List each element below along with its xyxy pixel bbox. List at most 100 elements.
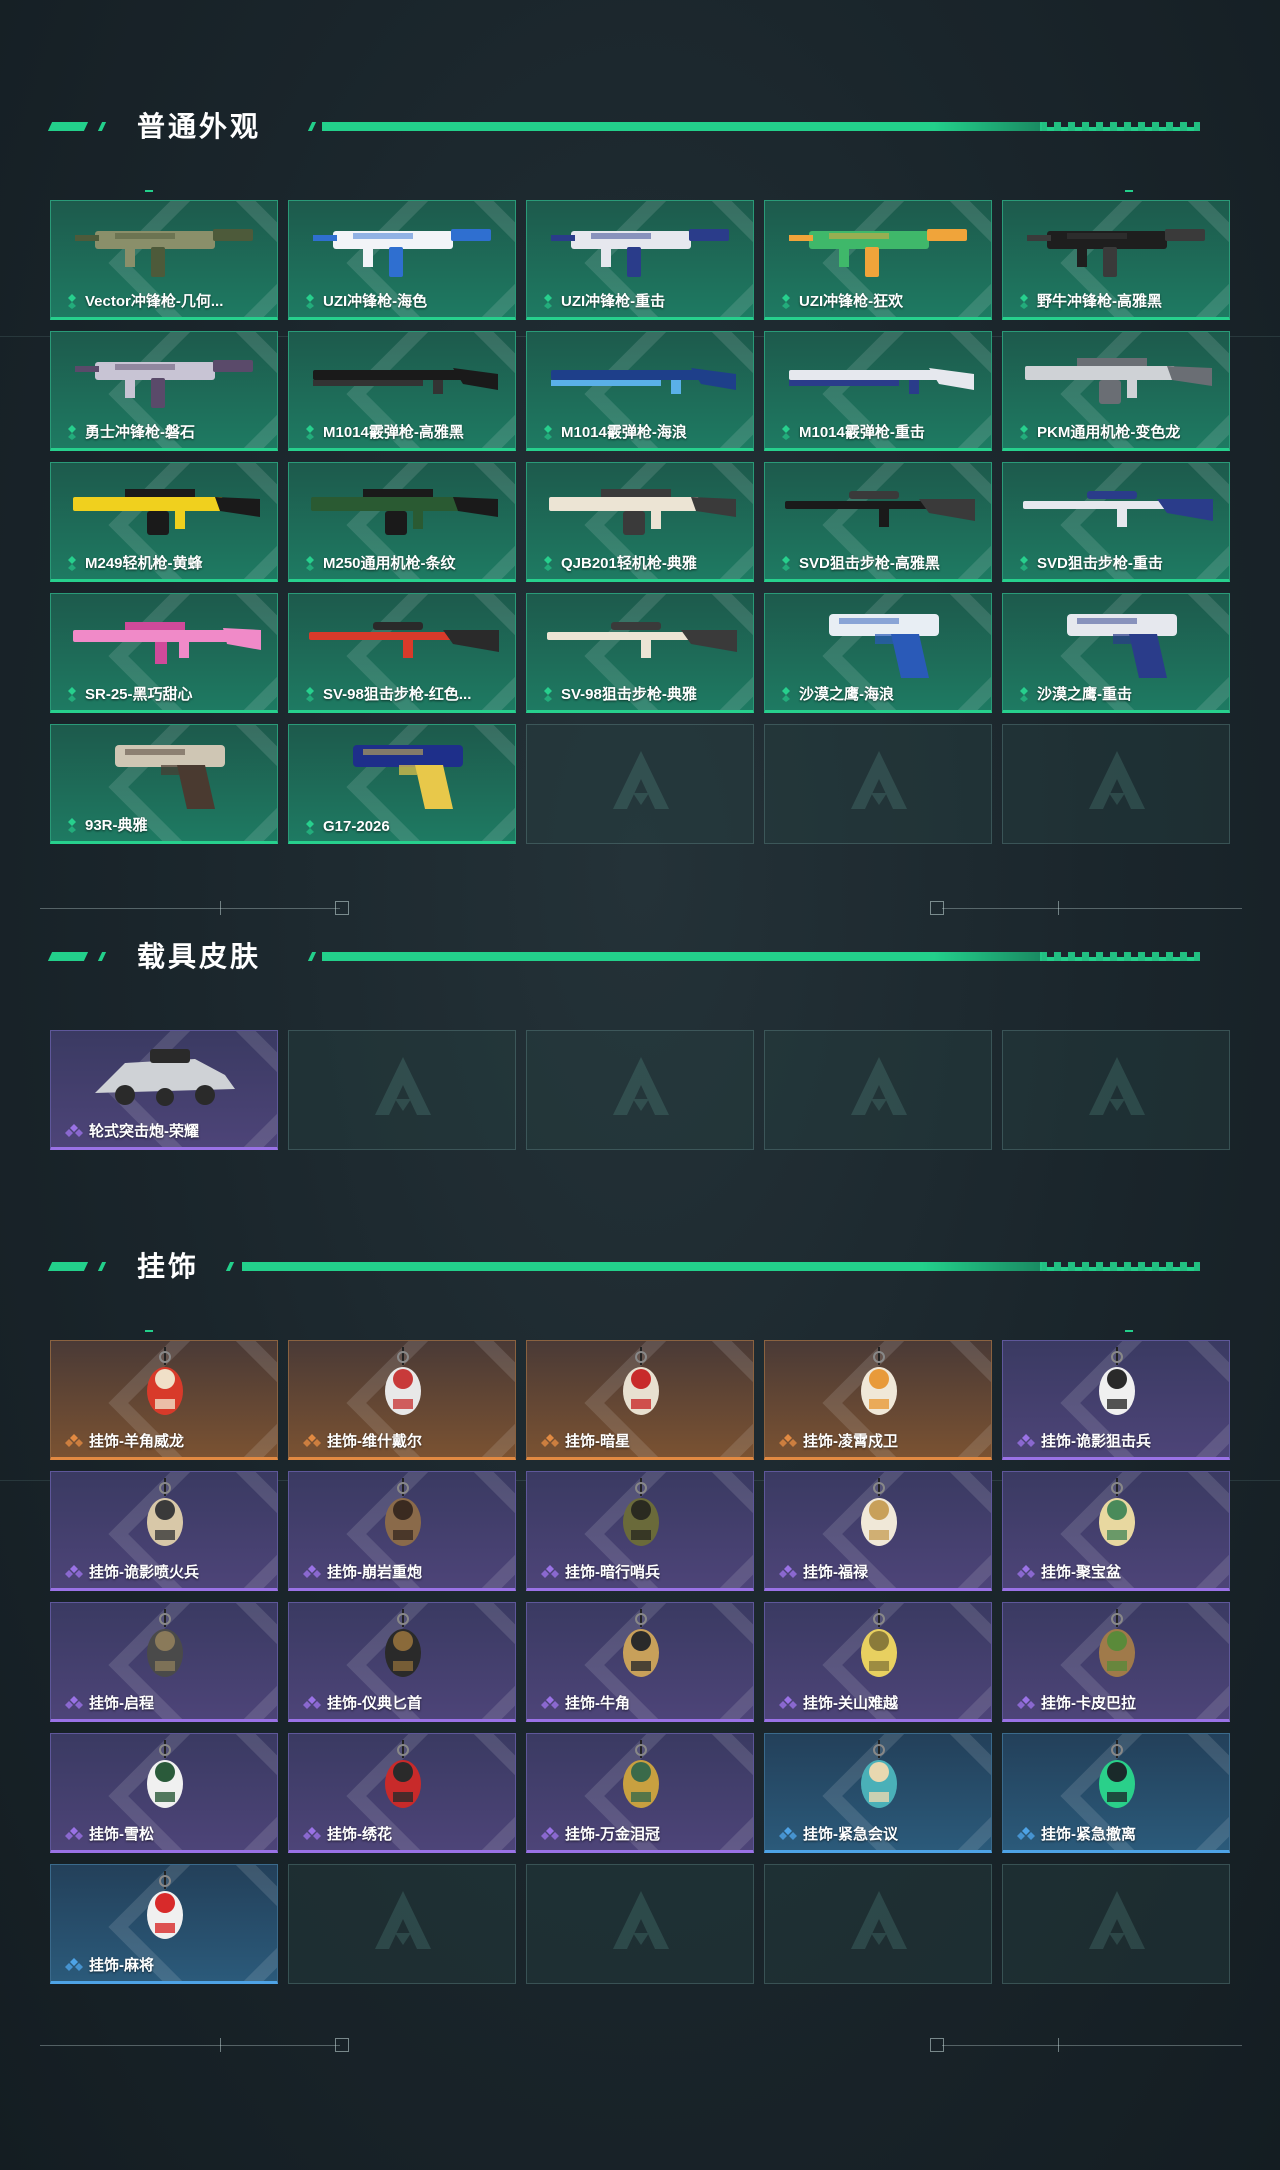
- item-name: SVD狙击步枪-高雅黑: [799, 555, 940, 572]
- item-card[interactable]: 勇士冲锋枪-磐石: [50, 331, 278, 451]
- item-card[interactable]: UZI冲锋枪-狂欢: [764, 200, 992, 320]
- purple-rarity-icon: [541, 1695, 559, 1709]
- item-card[interactable]: SVD狙击步枪-高雅黑: [764, 462, 992, 582]
- item-label-row: UZI冲锋枪-海色: [303, 290, 427, 311]
- item-name: 挂饰-雪松: [89, 1826, 154, 1843]
- charm-icon: [147, 1478, 183, 1546]
- item-card[interactable]: SV-98狙击步枪-红色...: [288, 593, 516, 713]
- decor-line: [220, 908, 340, 909]
- item-card[interactable]: 挂饰-绣花: [288, 1733, 516, 1853]
- item-card[interactable]: SVD狙击步枪-重击: [1002, 462, 1230, 582]
- charm-icon: [623, 1740, 659, 1808]
- item-label-row: 挂饰-维什戴尔: [303, 1430, 422, 1451]
- item-card[interactable]: 挂饰-诡影喷火兵: [50, 1471, 278, 1591]
- item-name: M250通用机枪-条纹: [323, 555, 456, 572]
- pistol-icon: [115, 745, 225, 809]
- item-name: 挂饰-崩岩重炮: [327, 1564, 422, 1581]
- green-rarity-icon: [544, 424, 552, 440]
- green-rarity-icon: [782, 555, 790, 571]
- item-card[interactable]: 挂饰-诡影狙击兵: [1002, 1340, 1230, 1460]
- item-card[interactable]: M1014霰弹枪-海浪: [526, 331, 754, 451]
- header-accent-bar: [322, 122, 1042, 131]
- item-card[interactable]: 野牛冲锋枪-高雅黑: [1002, 200, 1230, 320]
- item-label-row: SV-98狙击步枪-典雅: [541, 683, 697, 704]
- item-card[interactable]: 挂饰-崩岩重炮: [288, 1471, 516, 1591]
- item-card[interactable]: 挂饰-关山难越: [764, 1602, 992, 1722]
- section-header-skins: 普通外观: [47, 110, 1200, 144]
- item-name: M1014霰弹枪-高雅黑: [323, 424, 464, 441]
- item-card[interactable]: 挂饰-福禄: [764, 1471, 992, 1591]
- item-card[interactable]: M249轻机枪-黄蜂: [50, 462, 278, 582]
- item-label-row: UZI冲锋枪-狂欢: [779, 290, 903, 311]
- item-card[interactable]: 挂饰-雪松: [50, 1733, 278, 1853]
- sniper-rifle-icon: [547, 622, 737, 658]
- item-label-row: 挂饰-凌霄戍卫: [779, 1430, 898, 1451]
- item-label-row: 勇士冲锋枪-磐石: [65, 421, 195, 442]
- item-card[interactable]: 挂饰-羊角威龙: [50, 1340, 278, 1460]
- vehicle-grid: 轮式突击炮-荣耀: [50, 1030, 1230, 1150]
- sniper-rifle-icon: [785, 491, 975, 527]
- smg-icon: [789, 229, 967, 277]
- header-accent-bar: [242, 1262, 1042, 1271]
- item-card[interactable]: M1014霰弹枪-高雅黑: [288, 331, 516, 451]
- item-card[interactable]: 挂饰-麻将: [50, 1864, 278, 1984]
- item-card[interactable]: UZI冲锋枪-重击: [526, 200, 754, 320]
- item-card[interactable]: 挂饰-万金泪冠: [526, 1733, 754, 1853]
- item-label-row: 挂饰-雪松: [65, 1823, 154, 1844]
- item-card[interactable]: M250通用机枪-条纹: [288, 462, 516, 582]
- item-name: 挂饰-诡影狙击兵: [1041, 1433, 1151, 1450]
- item-card[interactable]: 沙漠之鹰-重击: [1002, 593, 1230, 713]
- item-name: Vector冲锋枪-几何...: [85, 293, 224, 310]
- item-card[interactable]: 挂饰-聚宝盆: [1002, 1471, 1230, 1591]
- sniper-rifle-icon: [309, 622, 499, 658]
- green-rarity-icon: [1020, 555, 1028, 571]
- item-name: 挂饰-仪典匕首: [327, 1695, 422, 1712]
- orange-rarity-icon: [541, 1433, 559, 1447]
- item-card[interactable]: 挂饰-牛角: [526, 1602, 754, 1722]
- green-rarity-icon: [306, 555, 314, 571]
- item-card[interactable]: 轮式突击炮-荣耀: [50, 1030, 278, 1150]
- header-accent-bar: [97, 1262, 107, 1271]
- item-label-row: 挂饰-启程: [65, 1692, 154, 1713]
- green-rarity-icon: [1020, 293, 1028, 309]
- item-label-row: 挂饰-暗行哨兵: [541, 1561, 660, 1582]
- item-card[interactable]: 挂饰-维什戴尔: [288, 1340, 516, 1460]
- item-card[interactable]: PKM通用机枪-变色龙: [1002, 331, 1230, 451]
- header-accent-bar: [225, 1262, 235, 1271]
- item-card[interactable]: SR-25-黑巧甜心: [50, 593, 278, 713]
- purple-rarity-icon: [303, 1826, 321, 1840]
- item-card[interactable]: 挂饰-紧急撤离: [1002, 1733, 1230, 1853]
- item-card[interactable]: 挂饰-仪典匕首: [288, 1602, 516, 1722]
- charm-icon: [1099, 1347, 1135, 1415]
- item-card[interactable]: QJB201轻机枪-典雅: [526, 462, 754, 582]
- machine-gun-icon: [549, 489, 736, 535]
- item-name: 挂饰-紧急会议: [803, 1826, 898, 1843]
- charm-icon: [385, 1740, 421, 1808]
- item-card[interactable]: 挂饰-凌霄戍卫: [764, 1340, 992, 1460]
- empty-slot: [526, 1864, 754, 1984]
- item-label-row: 挂饰-诡影喷火兵: [65, 1561, 199, 1582]
- item-card[interactable]: Vector冲锋枪-几何...: [50, 200, 278, 320]
- corner-mark: [1125, 1330, 1133, 1332]
- item-card[interactable]: 挂饰-启程: [50, 1602, 278, 1722]
- smg-icon: [75, 229, 253, 277]
- item-label-row: Vector冲锋枪-几何...: [65, 290, 223, 311]
- item-card[interactable]: 沙漠之鹰-海浪: [764, 593, 992, 713]
- purple-rarity-icon: [303, 1695, 321, 1709]
- item-label-row: 挂饰-牛角: [541, 1692, 630, 1713]
- item-card[interactable]: M1014霰弹枪-重击: [764, 331, 992, 451]
- item-card[interactable]: 挂饰-紧急会议: [764, 1733, 992, 1853]
- machine-gun-icon: [73, 489, 260, 535]
- item-card[interactable]: G17-2026: [288, 724, 516, 844]
- item-card[interactable]: 挂饰-暗行哨兵: [526, 1471, 754, 1591]
- item-name: 轮式突击炮-荣耀: [89, 1123, 199, 1140]
- item-card[interactable]: 挂饰-暗星: [526, 1340, 754, 1460]
- item-label-row: 挂饰-紧急撤离: [1017, 1823, 1136, 1844]
- item-card[interactable]: SV-98狙击步枪-典雅: [526, 593, 754, 713]
- item-card[interactable]: 挂饰-卡皮巴拉: [1002, 1602, 1230, 1722]
- item-card[interactable]: 93R-典雅: [50, 724, 278, 844]
- item-label-row: G17-2026: [303, 818, 390, 835]
- smg-icon: [1027, 229, 1205, 277]
- item-card[interactable]: UZI冲锋枪-海色: [288, 200, 516, 320]
- header-accent-bar: [322, 952, 1042, 961]
